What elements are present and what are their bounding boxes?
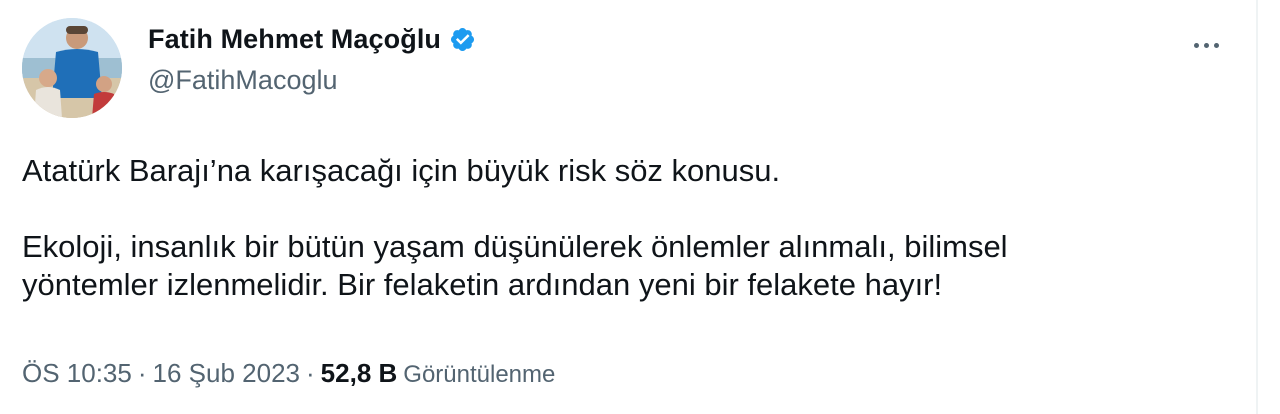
tweet-paragraph-2: Ekoloji, insanlık bir bütün yaşam düşünü… [22, 228, 1232, 304]
tweet-paragraph-2-line-2: yöntemler izlenmelidir. Bir felaketin ar… [22, 267, 943, 302]
author-info: Fatih Mehmet Maçoğlu @FatihMacoglu [148, 18, 476, 96]
tweet-time[interactable]: ÖS 10:35 [22, 358, 132, 389]
verified-badge-icon[interactable] [449, 26, 476, 53]
tweet-text: Atatürk Barajı’na karışacağı için büyük … [22, 152, 1232, 304]
tweet-header: Fatih Mehmet Maçoğlu @FatihMacoglu [22, 18, 476, 118]
avatar-photo [22, 18, 122, 118]
author-handle[interactable]: @FatihMacoglu [148, 65, 476, 96]
more-options-button[interactable] [1186, 30, 1226, 60]
tweet-metadata: ÖS 10:35 · 16 Şub 2023 · 52,8 B Görüntül… [22, 358, 555, 389]
avatar[interactable] [22, 18, 122, 118]
card-border [1256, 0, 1258, 414]
more-icon-dot [1213, 42, 1219, 48]
tweet-card: Fatih Mehmet Maçoğlu @FatihMacoglu Atatü… [0, 0, 1280, 414]
views-label: Görüntülenme [403, 361, 556, 388]
name-row: Fatih Mehmet Maçoğlu [148, 24, 476, 55]
meta-separator: · [306, 358, 315, 388]
more-icon-dot [1203, 42, 1209, 48]
views-count[interactable]: 52,8 B [321, 358, 398, 389]
tweet-date[interactable]: 16 Şub 2023 [153, 358, 300, 389]
more-horizontal-icon [1193, 42, 1199, 48]
author-display-name[interactable]: Fatih Mehmet Maçoğlu [148, 24, 441, 55]
tweet-paragraph-1: Atatürk Barajı’na karışacağı için büyük … [22, 153, 781, 188]
tweet-paragraph-2-line-1: Ekoloji, insanlık bir bütün yaşam düşünü… [22, 229, 1008, 264]
meta-separator: · [137, 358, 147, 388]
